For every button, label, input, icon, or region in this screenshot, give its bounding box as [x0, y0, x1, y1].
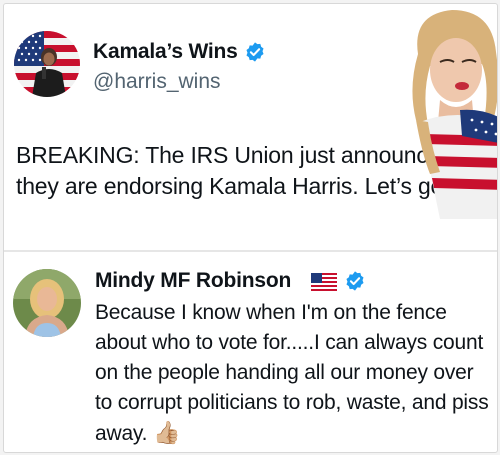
avatar[interactable]	[13, 269, 81, 337]
display-name[interactable]: Kamala’s Wins	[93, 40, 238, 64]
tweet-mindy-robinson[interactable]: Mindy MF Robinson Because I know when I'…	[4, 256, 497, 452]
avatar[interactable]	[14, 31, 80, 97]
tweet-text: Because I know when I'm on the fence abo…	[95, 298, 490, 449]
verified-badge-icon	[346, 271, 364, 291]
display-name[interactable]: Mindy MF Robinson	[95, 269, 291, 293]
handle[interactable]: @harris_wins	[93, 70, 221, 94]
tweet-divider	[4, 250, 497, 252]
flag-avatar-photo	[14, 31, 80, 97]
thumbs-up-icon: 👍🏼	[152, 420, 181, 445]
verified-badge-icon	[246, 42, 264, 62]
person-avatar-photo	[13, 269, 81, 337]
us-flag-icon	[311, 273, 337, 291]
overlay-person-photo	[412, 10, 497, 219]
screenshot-card: Kamala’s Wins @harris_wins BREAKING: The…	[3, 3, 498, 453]
